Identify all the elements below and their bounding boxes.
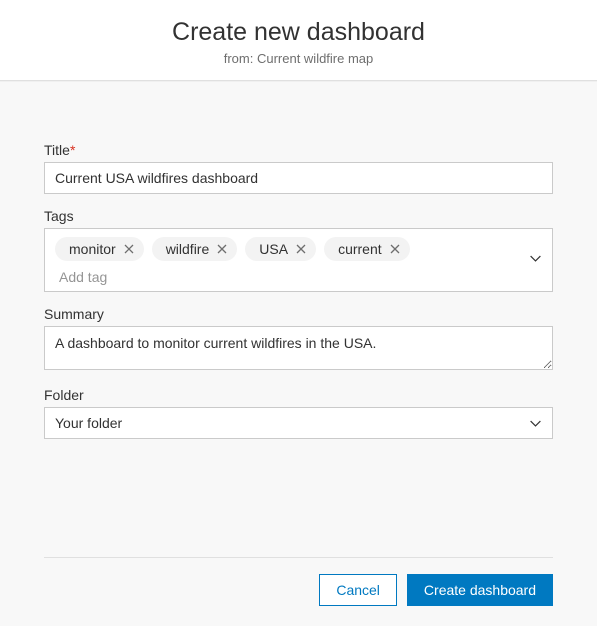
title-input[interactable] bbox=[44, 162, 553, 194]
tags-dropdown-toggle[interactable] bbox=[529, 252, 542, 268]
dialog-title: Create new dashboard bbox=[0, 18, 597, 47]
tag-label: USA bbox=[259, 241, 288, 257]
close-icon bbox=[390, 244, 400, 254]
dialog-subtitle: from: Current wildfire map bbox=[0, 51, 597, 66]
title-field: Title* bbox=[44, 142, 553, 194]
tag-remove-button[interactable] bbox=[296, 244, 306, 254]
add-tag-input[interactable] bbox=[55, 265, 542, 285]
chevron-down-icon bbox=[529, 417, 542, 430]
folder-select[interactable]: Your folder bbox=[44, 407, 553, 439]
folder-selected-value: Your folder bbox=[55, 415, 122, 431]
summary-textarea[interactable] bbox=[44, 326, 553, 370]
subtitle-prefix: from: bbox=[224, 51, 257, 66]
close-icon bbox=[124, 244, 134, 254]
tag-label: current bbox=[338, 241, 382, 257]
subtitle-source: Current wildfire map bbox=[257, 51, 373, 66]
close-icon bbox=[296, 244, 306, 254]
title-label: Title* bbox=[44, 142, 553, 158]
tags-field: Tags monitor wildfire USA current bbox=[44, 208, 553, 292]
tag-pill: USA bbox=[245, 237, 316, 261]
cancel-button[interactable]: Cancel bbox=[319, 574, 397, 606]
tag-pill: monitor bbox=[55, 237, 144, 261]
required-mark: * bbox=[70, 142, 75, 158]
summary-label: Summary bbox=[44, 306, 553, 322]
form-area: Title* Tags monitor wildfire USA current Su… bbox=[44, 142, 553, 547]
chevron-down-icon bbox=[529, 252, 542, 265]
create-dashboard-button[interactable]: Create dashboard bbox=[407, 574, 553, 606]
tag-remove-button[interactable] bbox=[124, 244, 134, 254]
dialog-body: Title* Tags monitor wildfire USA current Su… bbox=[0, 81, 597, 626]
tag-remove-button[interactable] bbox=[390, 244, 400, 254]
folder-label: Folder bbox=[44, 387, 553, 403]
tag-remove-button[interactable] bbox=[217, 244, 227, 254]
tag-label: wildfire bbox=[166, 241, 210, 257]
close-icon bbox=[217, 244, 227, 254]
tags-label: Tags bbox=[44, 208, 553, 224]
summary-field: Summary bbox=[44, 306, 553, 373]
tag-pill: wildfire bbox=[152, 237, 238, 261]
tag-label: monitor bbox=[69, 241, 116, 257]
tags-row: monitor wildfire USA current bbox=[55, 237, 542, 261]
folder-field: Folder Your folder bbox=[44, 387, 553, 439]
dialog-footer: Cancel Create dashboard bbox=[44, 557, 553, 606]
tag-pill: current bbox=[324, 237, 410, 261]
dialog-header: Create new dashboard from: Current wildf… bbox=[0, 0, 597, 81]
title-label-text: Title bbox=[44, 142, 70, 158]
tags-input-box[interactable]: monitor wildfire USA current bbox=[44, 228, 553, 292]
